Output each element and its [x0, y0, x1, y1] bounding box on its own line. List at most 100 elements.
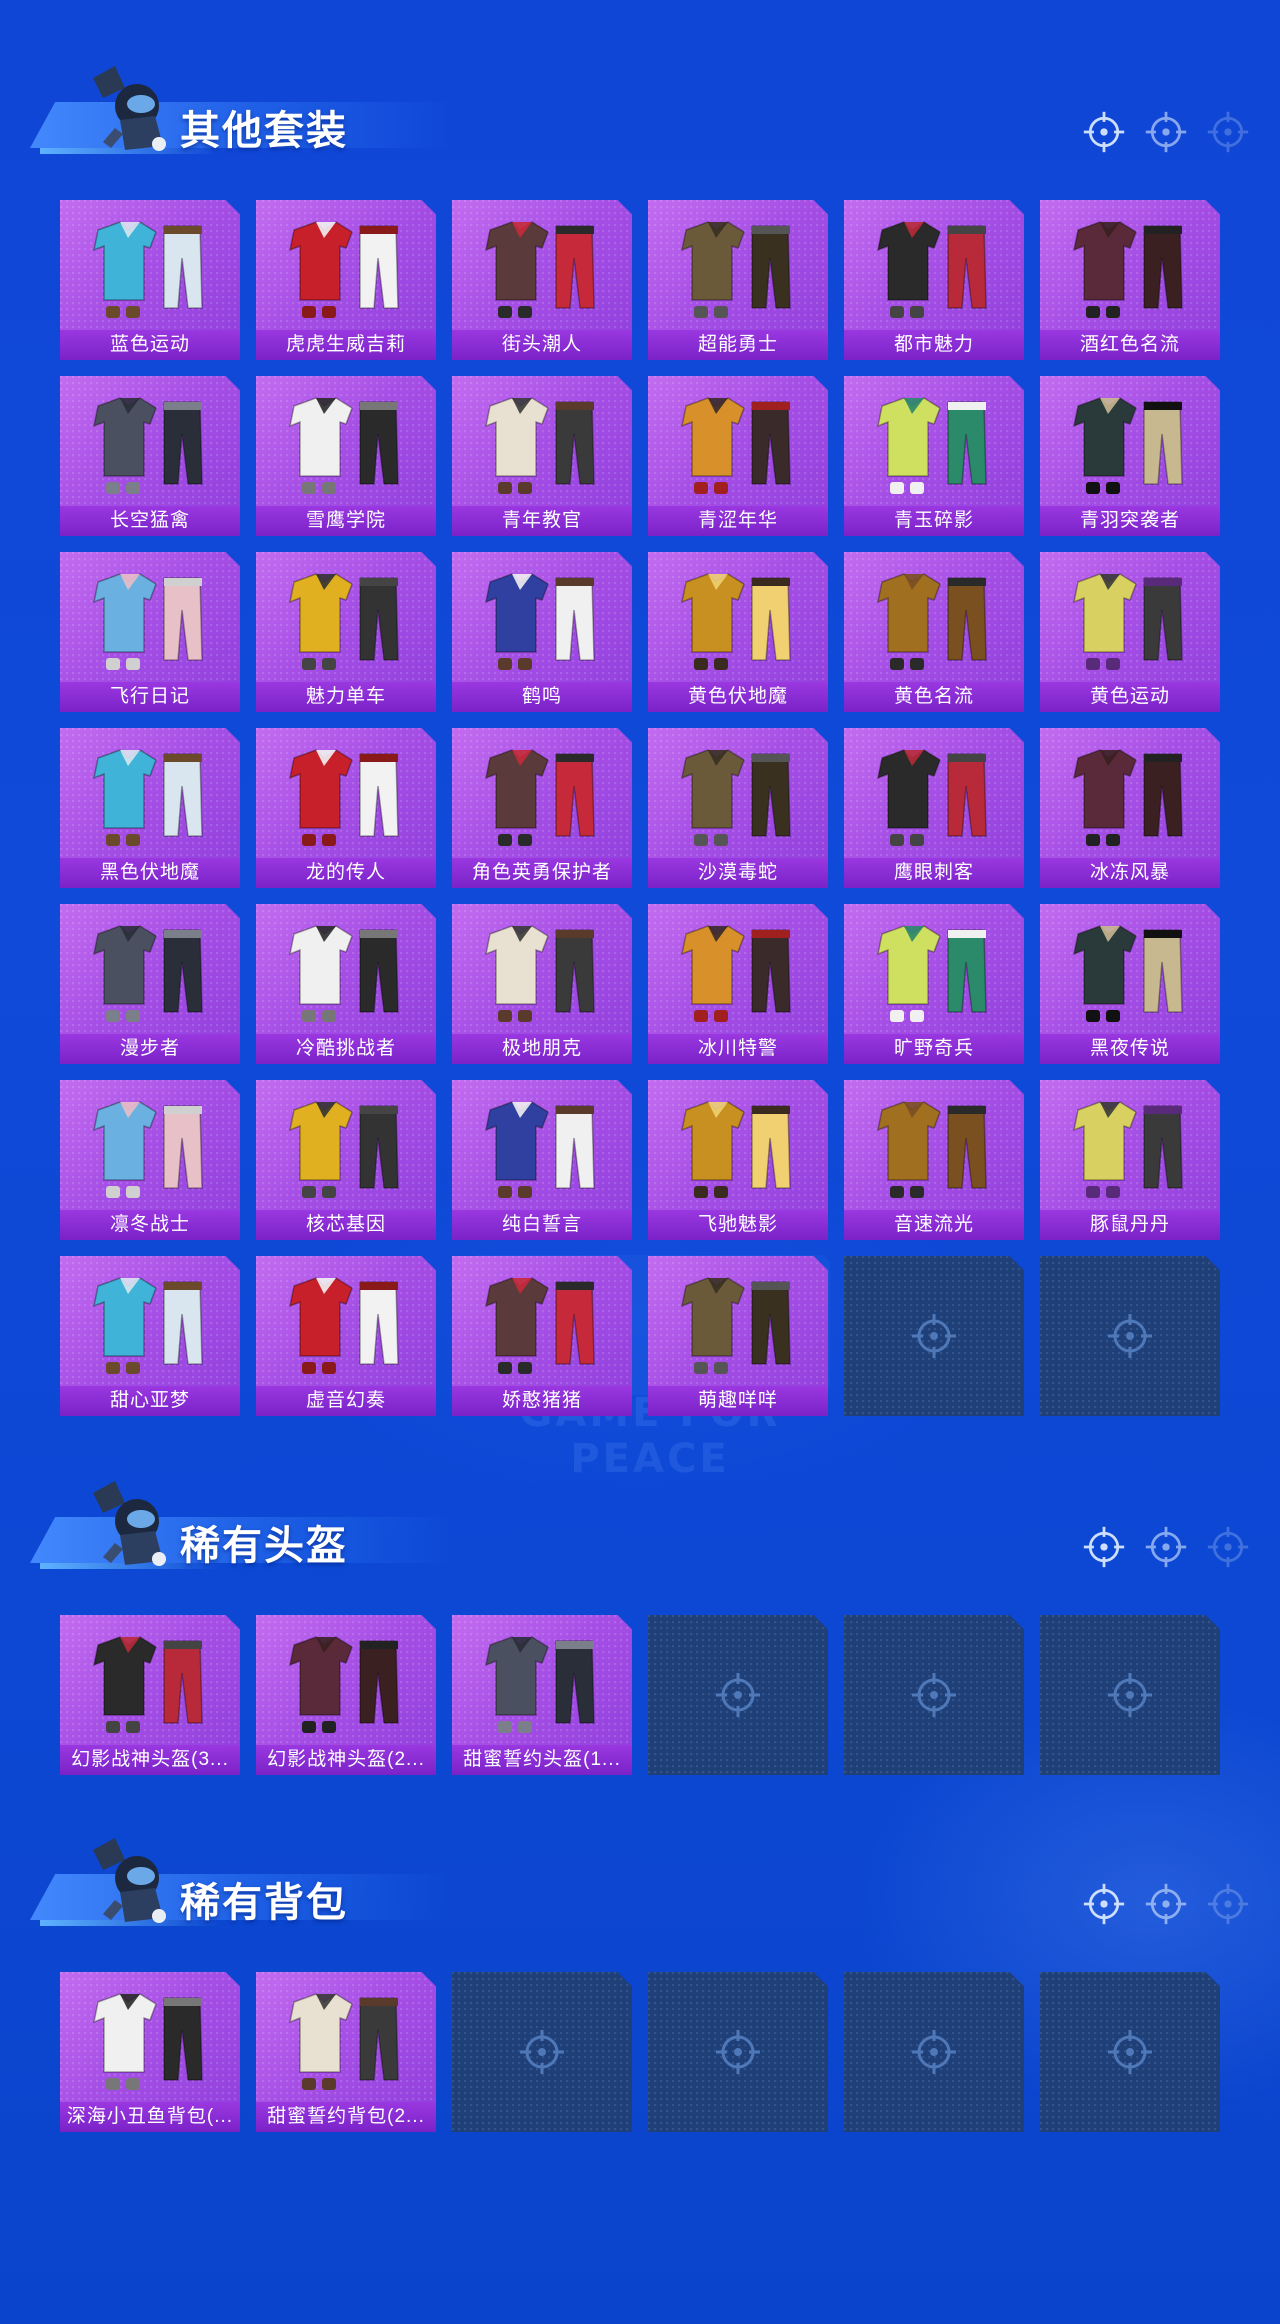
crosshair-icon [1082, 1525, 1126, 1569]
item-card[interactable]: 都市魅力 [844, 200, 1024, 360]
item-image [1060, 560, 1200, 678]
item-label: 甜蜜誓约头盔(1... [452, 1745, 632, 1775]
item-label: 黄色名流 [844, 682, 1024, 712]
item-label: 飞驰魅影 [648, 1210, 828, 1240]
item-card[interactable]: 核芯基因 [256, 1080, 436, 1240]
item-label: 凛冬战士 [60, 1210, 240, 1240]
crosshair-icon [1144, 1525, 1188, 1569]
empty-slot [1040, 1972, 1220, 2132]
item-image [80, 384, 220, 502]
section-title: 稀有背包 [180, 1881, 348, 1925]
item-card[interactable]: 凛冬战士 [60, 1080, 240, 1240]
item-card[interactable]: 青涩年华 [648, 376, 828, 536]
item-image [864, 912, 1004, 1030]
item-card[interactable]: 旷野奇兵 [844, 904, 1024, 1064]
item-card[interactable]: 黄色伏地魔 [648, 552, 828, 712]
item-image [80, 560, 220, 678]
item-label: 漫步者 [60, 1034, 240, 1064]
item-label: 魅力单车 [256, 682, 436, 712]
item-card[interactable]: 冰冻风暴 [1040, 728, 1220, 888]
item-image [80, 1264, 220, 1382]
item-card[interactable]: 豚鼠丹丹 [1040, 1080, 1220, 1240]
item-card[interactable]: 青玉碎影 [844, 376, 1024, 536]
item-label: 黄色伏地魔 [648, 682, 828, 712]
crosshair-icon [1144, 110, 1188, 154]
item-image [1060, 384, 1200, 502]
item-card[interactable]: 街头潮人 [452, 200, 632, 360]
item-label: 虎虎生威吉莉 [256, 330, 436, 360]
item-label: 雪鹰学院 [256, 506, 436, 536]
item-card[interactable]: 沙漠毒蛇 [648, 728, 828, 888]
item-card[interactable]: 幻影战神头盔(2... [256, 1615, 436, 1775]
item-card[interactable]: 萌趣咩咩 [648, 1256, 828, 1416]
item-card[interactable]: 长空猛禽 [60, 376, 240, 536]
item-card[interactable]: 音速流光 [844, 1080, 1024, 1240]
item-card[interactable]: 角色英勇保护者 [452, 728, 632, 888]
item-card[interactable]: 酒红色名流 [1040, 200, 1220, 360]
item-label: 街头潮人 [452, 330, 632, 360]
item-card[interactable]: 漫步者 [60, 904, 240, 1064]
empty-slot [844, 1615, 1024, 1775]
crosshair-icon [1106, 1312, 1154, 1360]
item-image [668, 1088, 808, 1206]
item-card[interactable]: 深海小丑鱼背包(... [60, 1972, 240, 2132]
item-image [80, 1088, 220, 1206]
item-card[interactable]: 娇憨猪猪 [452, 1256, 632, 1416]
item-card[interactable]: 鹤鸣 [452, 552, 632, 712]
item-label: 酒红色名流 [1040, 330, 1220, 360]
crosshair-icon [714, 1671, 762, 1719]
item-label: 幻影战神头盔(2... [256, 1745, 436, 1775]
item-label: 冰冻风暴 [1040, 858, 1220, 888]
item-card[interactable]: 青羽突袭者 [1040, 376, 1220, 536]
empty-slot [1040, 1256, 1220, 1416]
empty-slot [648, 1972, 828, 2132]
item-card[interactable]: 青年教官 [452, 376, 632, 536]
crosshair-icon [910, 2028, 958, 2076]
item-card[interactable]: 甜蜜誓约背包(2... [256, 1972, 436, 2132]
item-label: 萌趣咩咩 [648, 1386, 828, 1416]
item-label: 娇憨猪猪 [452, 1386, 632, 1416]
item-card[interactable]: 飞驰魅影 [648, 1080, 828, 1240]
item-card[interactable]: 鹰眼刺客 [844, 728, 1024, 888]
item-card[interactable]: 极地朋克 [452, 904, 632, 1064]
item-card[interactable]: 超能勇士 [648, 200, 828, 360]
crosshair-icon [714, 2028, 762, 2076]
section-title: 稀有头盔 [180, 1524, 348, 1568]
item-image [1060, 912, 1200, 1030]
item-card[interactable]: 黑夜传说 [1040, 904, 1220, 1064]
item-image [668, 208, 808, 326]
item-card[interactable]: 飞行日记 [60, 552, 240, 712]
item-label: 青羽突袭者 [1040, 506, 1220, 536]
crosshair-icon [1144, 1882, 1188, 1926]
item-card[interactable]: 黄色名流 [844, 552, 1024, 712]
item-card[interactable]: 冷酷挑战者 [256, 904, 436, 1064]
soldier-mascot-icon [85, 58, 185, 158]
item-label: 音速流光 [844, 1210, 1024, 1240]
item-card[interactable]: 甜蜜誓约头盔(1... [452, 1615, 632, 1775]
item-card[interactable]: 幻影战神头盔(3... [60, 1615, 240, 1775]
empty-slot [844, 1972, 1024, 2132]
item-image [864, 384, 1004, 502]
item-image [668, 384, 808, 502]
item-label: 都市魅力 [844, 330, 1024, 360]
item-card[interactable]: 冰川特警 [648, 904, 828, 1064]
item-card[interactable]: 虚音幻奏 [256, 1256, 436, 1416]
item-image [472, 912, 612, 1030]
item-card[interactable]: 魅力单车 [256, 552, 436, 712]
item-image [80, 208, 220, 326]
item-card[interactable]: 龙的传人 [256, 728, 436, 888]
item-card[interactable]: 纯白誓言 [452, 1080, 632, 1240]
item-image [80, 912, 220, 1030]
item-label: 长空猛禽 [60, 506, 240, 536]
item-card[interactable]: 黑色伏地魔 [60, 728, 240, 888]
item-label: 黑色伏地魔 [60, 858, 240, 888]
item-card[interactable]: 蓝色运动 [60, 200, 240, 360]
empty-slot [1040, 1615, 1220, 1775]
item-card[interactable]: 虎虎生威吉莉 [256, 200, 436, 360]
section-header: 稀有头盔 [30, 1465, 1270, 1575]
item-card[interactable]: 甜心亚梦 [60, 1256, 240, 1416]
item-card[interactable]: 雪鹰学院 [256, 376, 436, 536]
item-card[interactable]: 黄色运动 [1040, 552, 1220, 712]
crosshair-icon [910, 1671, 958, 1719]
crosshair-icon [1082, 110, 1126, 154]
